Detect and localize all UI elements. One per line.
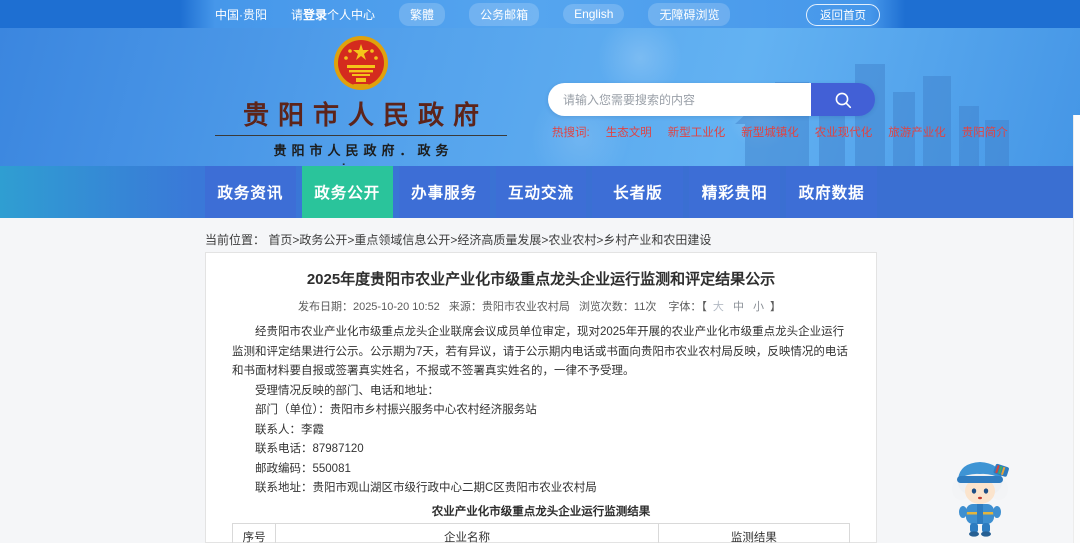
publish-date: 发布日期：2025-10-20 10:52	[297, 301, 440, 313]
paragraph: 联系电话：87987120	[255, 443, 364, 455]
nav-tab-elder[interactable]: 长者版	[592, 166, 684, 218]
font-size-medium-button[interactable]: 中	[733, 301, 744, 313]
table-header-row: 序号 企业名称 监测结果	[231, 522, 851, 543]
article-source: 来源：贵阳市农业农村局	[448, 301, 570, 313]
table-caption: 农业产业化市级重点龙头企业运行监测结果	[431, 505, 651, 518]
paragraph: 联系地址：贵阳市观山湖区市级行政中心二期C区贵阳市农业农村局	[255, 482, 597, 494]
font-size-small-button[interactable]: 小	[753, 301, 764, 313]
main-navigation: 政务资讯 政务公开 办事服务 互动交流 长者版 精彩贵阳 政府数据	[0, 166, 1080, 218]
site-logo[interactable]: 贵阳市人民政府 贵阳市人民政府．政务 www.guiyang.gov.cn	[215, 34, 507, 176]
breadcrumb-label: 当前位置：	[205, 233, 266, 247]
hot-search-row: 热搜词: 生态文明 新型工业化 新型城镇化 农业现代化 旅游产业化 贵阳简介	[552, 124, 1008, 140]
nav-tab-zwzx[interactable]: 政务资讯	[205, 166, 296, 218]
search-input[interactable]	[548, 83, 811, 116]
nav-tab-bsfw[interactable]: 办事服务	[398, 166, 490, 218]
breadcrumb-path[interactable]: 首页>政务公开>重点领域信息公开>经济高质量发展>农业农村>乡村产业和农田建设	[268, 233, 711, 247]
col-header-result: 监测结果	[657, 522, 851, 543]
paragraph: 部门（单位）：贵阳市乡村振兴服务中心农村经济服务站	[255, 404, 537, 416]
page: 中国·贵阳 请登录个人中心 繁體 公务邮箱 English 无障碍浏览 返回首页	[0, 0, 1080, 543]
accessibility-link[interactable]: 无障碍浏览	[648, 2, 731, 26]
official-mail-link[interactable]: 公务邮箱	[469, 2, 540, 26]
hot-term-4[interactable]: 农业现代化	[815, 124, 873, 140]
site-subtitle: 贵阳市人民政府．政务	[215, 135, 507, 159]
hot-term-1[interactable]: 生态文明	[606, 124, 652, 140]
monitoring-result-table: 序号 企业名称 监测结果 1 贵州合力超市采购有限公司 合格 2 贵州友禾种业有…	[231, 522, 851, 543]
nav-tab-zwgk[interactable]: 政务公开	[301, 166, 393, 218]
hot-term-3[interactable]: 新型城镇化	[741, 124, 799, 140]
search-bar	[548, 83, 875, 116]
national-emblem-icon	[334, 36, 388, 90]
font-size-label: 字体：【大 中 小】	[668, 301, 782, 313]
hot-search-label: 热搜词:	[552, 127, 590, 139]
mascot-character[interactable]	[944, 453, 1016, 539]
english-link[interactable]: English	[563, 4, 625, 24]
view-count: 浏览次数：11次	[578, 301, 657, 313]
article-title: 2025年度贵阳市农业产业化市级重点龙头企业运行监测和评定结果公示	[306, 271, 776, 288]
nav-tab-jcgy[interactable]: 精彩贵阳	[689, 166, 781, 218]
article-card: 2025年度贵阳市农业产业化市级重点龙头企业运行监测和评定结果公示 发布日期：2…	[205, 252, 877, 543]
scrollbar[interactable]	[1073, 115, 1080, 543]
paragraph: 邮政编码：550081	[255, 462, 351, 475]
paragraph: 受理情况反映的部门、电话和地址：	[255, 384, 439, 397]
article-body: 经贵阳市农业产业化市级重点龙头企业联席会议成员单位审定，现对2025年开展的农业…	[232, 323, 850, 499]
font-size-large-button[interactable]: 大	[713, 301, 724, 313]
search-icon	[835, 92, 852, 108]
top-utility-bar: 中国·贵阳 请登录个人中心 繁體 公务邮箱 English 无障碍浏览 返回首页	[0, 0, 1080, 28]
paragraph: 经贵阳市农业产业化市级重点龙头企业联席会议成员单位审定，现对2025年开展的农业…	[232, 326, 848, 377]
login-link[interactable]: 请登录个人中心	[291, 6, 375, 23]
article-meta: 发布日期：2025-10-20 10:52 来源：贵阳市农业农村局 浏览次数：1…	[232, 298, 850, 314]
search-button[interactable]	[811, 83, 875, 116]
region-link[interactable]: 中国·贵阳	[215, 6, 267, 23]
traditional-chinese-link[interactable]: 繁體	[399, 2, 446, 26]
hot-term-6[interactable]: 贵阳简介	[962, 124, 1008, 140]
hot-term-2[interactable]: 新型工业化	[668, 124, 726, 140]
nav-tab-zfsj[interactable]: 政府数据	[786, 166, 878, 218]
col-header-no: 序号	[231, 522, 277, 543]
back-to-home-button[interactable]: 返回首页	[806, 4, 880, 26]
nav-tab-hdjl[interactable]: 互动交流	[495, 166, 587, 218]
col-header-company: 企业名称	[275, 522, 659, 543]
header-banner: 贵阳市人民政府 贵阳市人民政府．政务 www.guiyang.gov.cn 热搜…	[0, 28, 1080, 176]
hot-term-5[interactable]: 旅游产业化	[888, 124, 946, 140]
breadcrumb: 当前位置： 首页>政务公开>重点领域信息公开>经济高质量发展>农业农村>乡村产业…	[205, 231, 711, 248]
paragraph: 联系人：李霞	[255, 423, 324, 436]
site-title: 贵阳市人民政府	[242, 100, 488, 130]
